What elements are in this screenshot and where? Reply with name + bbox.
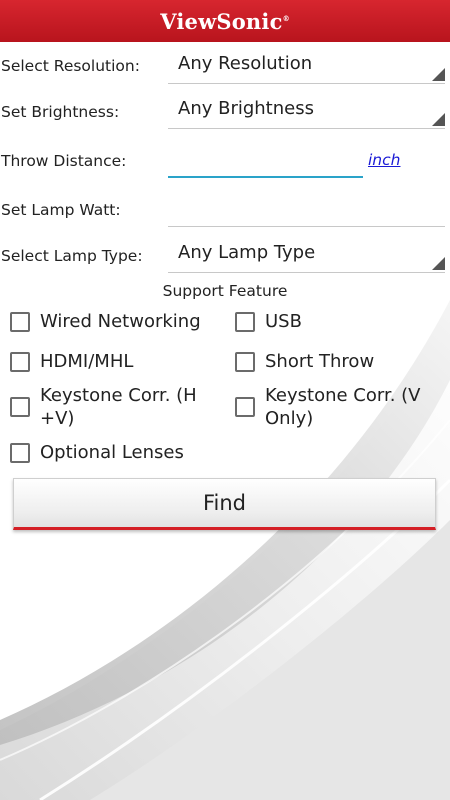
lamp-type-label: Select Lamp Type: [1,247,143,265]
feature-label: Wired Networking [40,311,201,332]
support-feature-title: Support Feature [162,282,288,300]
checkbox[interactable] [10,351,30,372]
checkbox[interactable] [235,311,255,332]
feature-label: Keystone Corr. (V Only) [265,385,421,429]
throw-distance-input[interactable] [168,148,363,178]
feature-label: HDMI/MHL [40,351,134,372]
lamp-watt-input[interactable] [168,197,445,227]
throw-distance-label: Throw Distance: [1,152,127,170]
brightness-select[interactable]: Any Brightness [168,89,445,129]
checkbox[interactable] [235,351,255,372]
lamp-type-value: Any Lamp Type [178,242,316,263]
brightness-value: Any Brightness [178,98,314,119]
resolution-label: Select Resolution: [1,57,140,75]
feature-usb[interactable]: USB [235,310,445,333]
app-header: ViewSonic® [0,0,450,42]
search-form: Select Resolution: Any Resolution Set Br… [0,0,450,800]
dropdown-arrow-icon [432,257,445,270]
dropdown-arrow-icon [432,68,445,81]
resolution-select[interactable]: Any Resolution [168,44,445,84]
feature-keystone-hv[interactable]: Keystone Corr. (H +V) [10,384,210,430]
find-button[interactable]: Find [13,478,436,530]
unit-inch-link[interactable]: inch [368,151,400,169]
checkbox[interactable] [10,442,30,463]
feature-label: Short Throw [265,351,375,372]
dropdown-arrow-icon [432,113,445,126]
lamp-type-select[interactable]: Any Lamp Type [168,233,445,273]
feature-optional-lenses[interactable]: Optional Lenses [10,441,225,464]
lamp-watt-label: Set Lamp Watt: [1,201,121,219]
feature-label: Keystone Corr. (H +V) [40,385,197,429]
brightness-label: Set Brightness: [1,103,120,121]
checkbox[interactable] [235,397,255,417]
feature-hdmi-mhl[interactable]: HDMI/MHL [10,350,225,373]
resolution-value: Any Resolution [178,53,313,74]
checkbox[interactable] [10,397,30,417]
brand-logo: ViewSonic® [160,8,290,34]
checkbox[interactable] [10,311,30,332]
feature-short-throw[interactable]: Short Throw [235,350,445,373]
feature-keystone-v[interactable]: Keystone Corr. (V Only) [235,384,430,430]
feature-label: Optional Lenses [40,442,184,463]
feature-wired-networking[interactable]: Wired Networking [10,310,225,333]
feature-label: USB [265,311,302,332]
